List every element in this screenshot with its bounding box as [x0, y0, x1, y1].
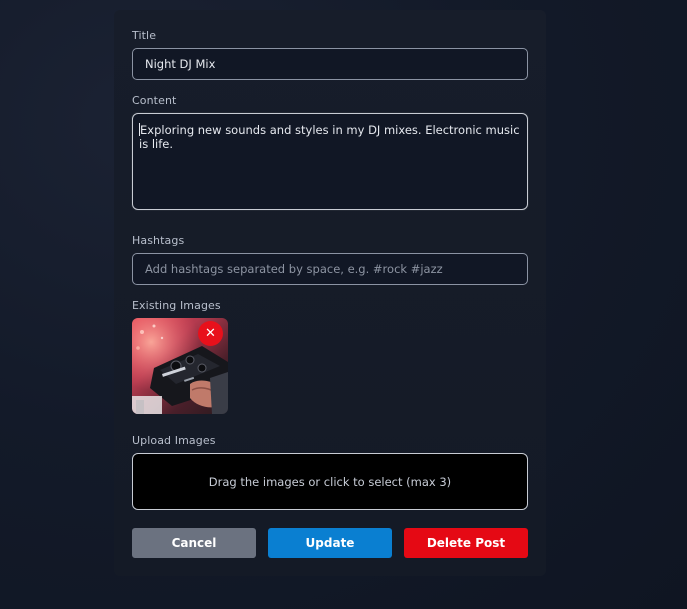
cancel-button[interactable]: Cancel [132, 528, 256, 558]
hashtags-label: Hashtags [132, 234, 185, 247]
remove-image-button[interactable]: ✕ [198, 321, 223, 346]
content-textarea[interactable]: Exploring new sounds and styles in my DJ… [132, 113, 528, 210]
title-input[interactable]: Night DJ Mix [132, 48, 528, 80]
content-label: Content [132, 94, 177, 107]
hashtags-input[interactable]: Add hashtags separated by space, e.g. #r… [132, 253, 528, 285]
delete-post-button[interactable]: Delete Post [404, 528, 528, 558]
update-button[interactable]: Update [268, 528, 392, 558]
upload-dropzone[interactable]: Drag the images or click to select (max … [132, 453, 528, 510]
upload-prompt: Drag the images or click to select (max … [208, 474, 452, 489]
hashtags-placeholder: Add hashtags separated by space, e.g. #r… [145, 262, 443, 276]
upload-images-label: Upload Images [132, 434, 216, 447]
title-label: Title [132, 29, 157, 42]
title-value: Night DJ Mix [145, 57, 216, 71]
existing-images-label: Existing Images [132, 299, 221, 312]
close-icon: ✕ [205, 326, 216, 341]
content-value: Exploring new sounds and styles in my DJ… [139, 123, 520, 151]
edit-post-card: Title Night DJ Mix Content Exploring new… [114, 10, 546, 576]
